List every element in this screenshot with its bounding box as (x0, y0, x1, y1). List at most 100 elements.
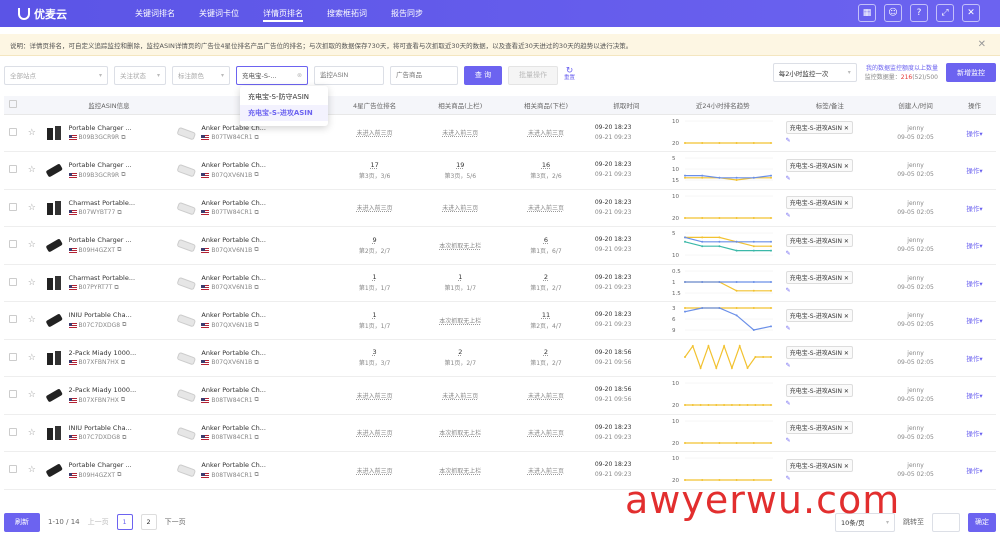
group-select[interactable]: 充电宝-S-... ⊗ (236, 65, 308, 85)
rank-value[interactable]: 2 (503, 348, 589, 356)
row-action-menu[interactable]: 操作▾ (966, 467, 982, 475)
star-icon[interactable]: ☆ (28, 390, 36, 400)
ad-product-title[interactable]: Anker Portable Ch... (201, 461, 266, 469)
row-checkbox[interactable] (8, 390, 17, 399)
note-edit-icon[interactable]: ✎ (786, 175, 878, 182)
tag-badge[interactable]: 充电宝-S-进攻ASIN ✕ (785, 271, 853, 285)
color-select[interactable]: 标注颜色 ▾ (172, 65, 230, 85)
asin-input[interactable] (314, 65, 384, 85)
tag-close-icon[interactable]: ✕ (844, 238, 849, 245)
tag-badge[interactable]: 充电宝-S-进攻ASIN ✕ (785, 383, 853, 397)
select-all-checkbox[interactable] (8, 99, 17, 108)
product-asin[interactable]: B09H4GZXT (79, 247, 116, 254)
nav-item-3[interactable]: 搜索框拓词 (315, 0, 379, 27)
note-edit-icon[interactable]: ✎ (786, 250, 878, 257)
ad-product-title[interactable]: Anker Portable Ch... (201, 199, 266, 207)
external-link-icon[interactable]: ⧉ (117, 246, 121, 254)
row-checkbox[interactable] (8, 465, 17, 474)
star-icon[interactable]: ☆ (28, 240, 36, 250)
ad-product-asin[interactable]: B07QXV6N1B (211, 359, 252, 366)
batch-button[interactable]: 批量操作 (508, 65, 558, 85)
ad-product-title[interactable]: Anker Portable Ch... (201, 311, 266, 319)
row-action-menu[interactable]: 操作▾ (966, 130, 982, 138)
reset-button[interactable]: ↻ 重置 (564, 67, 575, 82)
next-page[interactable]: 下一页 (165, 517, 186, 527)
product-title[interactable]: Portable Charger ... (69, 236, 132, 244)
product-title[interactable]: INIU Portable Cha... (69, 311, 132, 319)
close-icon[interactable]: ✕ (962, 4, 980, 22)
nav-item-0[interactable]: 关键词排名 (123, 0, 187, 27)
tag-close-icon[interactable]: ✕ (844, 350, 849, 357)
row-checkbox[interactable] (8, 427, 17, 436)
ad-product-title[interactable]: Anker Portable Ch... (201, 161, 266, 169)
product-asin[interactable]: B09B3GCR9R (79, 134, 120, 141)
row-action-menu[interactable]: 操作▾ (966, 355, 982, 363)
confirm-button[interactable]: 确定 (968, 512, 996, 532)
tag-close-icon[interactable]: ✕ (844, 275, 849, 282)
rank-value[interactable]: 16 (503, 161, 589, 169)
ad-product-title[interactable]: Anker Portable Ch... (201, 274, 266, 282)
clear-icon[interactable]: ⊗ (297, 72, 302, 79)
star-icon[interactable]: ☆ (28, 278, 36, 288)
grid-icon[interactable]: ▦ (858, 4, 876, 22)
add-monitor-button[interactable]: 新增监控 (946, 63, 996, 82)
note-edit-icon[interactable]: ✎ (786, 325, 878, 332)
tag-badge[interactable]: 充电宝-S-进攻ASIN ✕ (785, 233, 853, 247)
ad-product-asin[interactable]: B07TW84CR1 (211, 134, 252, 141)
ad-product-asin[interactable]: B07QXV6N1B (211, 284, 252, 291)
ad-product-asin[interactable]: B07QXV6N1B (211, 172, 252, 179)
tag-badge[interactable]: 充电宝-S-进攻ASIN ✕ (785, 196, 853, 210)
ad-product-asin[interactable]: B08TW84CR1 (211, 434, 252, 441)
star-icon[interactable]: ☆ (28, 165, 36, 175)
row-checkbox[interactable] (8, 127, 17, 136)
ad-product-title[interactable]: Anker Portable Ch... (201, 386, 266, 394)
product-title[interactable]: INIU Portable Cha... (69, 424, 132, 432)
site-select[interactable]: 全部站点 ▾ (4, 65, 108, 85)
external-link-icon[interactable]: ⧉ (254, 359, 258, 367)
star-icon[interactable]: ☆ (28, 353, 36, 363)
product-asin[interactable]: B07XFBN7HX (79, 397, 119, 404)
ad-product-input[interactable] (390, 65, 458, 85)
external-link-icon[interactable]: ⧉ (121, 359, 125, 367)
tag-close-icon[interactable]: ✕ (844, 163, 849, 170)
row-action-menu[interactable]: 操作▾ (966, 317, 982, 325)
rank-value[interactable]: 19 (417, 161, 503, 169)
note-edit-icon[interactable]: ✎ (786, 137, 878, 144)
tag-close-icon[interactable]: ✕ (844, 388, 849, 395)
row-action-menu[interactable]: 操作▾ (966, 242, 982, 250)
ad-product-title[interactable]: Anker Portable Ch... (201, 236, 266, 244)
external-link-icon[interactable]: ⧉ (121, 134, 125, 142)
note-edit-icon[interactable]: ✎ (786, 437, 878, 444)
star-icon[interactable]: ☆ (28, 428, 36, 438)
external-link-icon[interactable]: ⧉ (255, 134, 259, 142)
product-title[interactable]: Charmast Portable... (69, 274, 136, 282)
product-asin[interactable]: B07XFBN7HX (79, 359, 119, 366)
product-title[interactable]: 2-Pack Miady 1000... (69, 349, 137, 357)
row-checkbox[interactable] (8, 352, 17, 361)
ad-product-title[interactable]: Anker Portable Ch... (201, 424, 266, 432)
external-link-icon[interactable]: ⧉ (254, 321, 258, 329)
nav-item-4[interactable]: 报告同步 (379, 0, 435, 27)
note-edit-icon[interactable]: ✎ (786, 400, 878, 407)
page-1[interactable]: 1 (116, 514, 133, 530)
ad-product-asin[interactable]: B07TW84CR1 (211, 209, 252, 216)
external-link-icon[interactable]: ⧉ (122, 434, 126, 442)
tag-close-icon[interactable]: ✕ (844, 463, 849, 470)
note-edit-icon[interactable]: ✎ (786, 362, 878, 369)
external-link-icon[interactable]: ⧉ (117, 209, 121, 217)
external-link-icon[interactable]: ⧉ (255, 396, 259, 404)
rank-value[interactable]: 11 (503, 311, 589, 319)
star-icon[interactable]: ☆ (28, 315, 36, 325)
ad-product-title[interactable]: Anker Portable Ch... (201, 349, 266, 357)
ad-product-asin[interactable]: B08TW84CR1 (211, 397, 252, 404)
prev-page[interactable]: 上一页 (88, 517, 109, 527)
ad-product-asin[interactable]: B07QXV6N1B (211, 322, 252, 329)
tag-close-icon[interactable]: ✕ (844, 200, 849, 207)
page-2[interactable]: 2 (140, 514, 157, 530)
dropdown-item-defense[interactable]: 充电宝-S-防守ASIN (240, 89, 328, 105)
note-edit-icon[interactable]: ✎ (786, 287, 878, 294)
help-icon[interactable]: ? (910, 4, 928, 22)
tag-close-icon[interactable]: ✕ (844, 313, 849, 320)
rank-value[interactable]: 3 (332, 348, 418, 356)
ad-product-asin[interactable]: B07QXV6N1B (211, 247, 252, 254)
